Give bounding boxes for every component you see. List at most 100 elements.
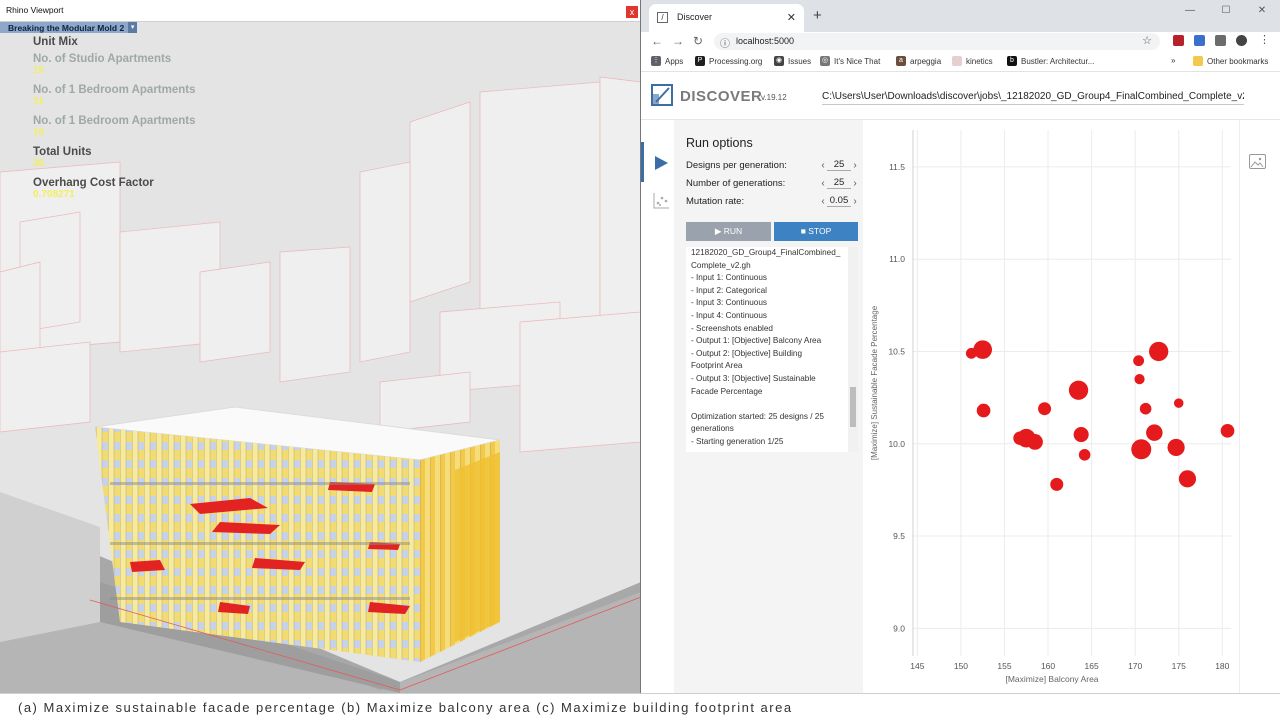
data-point[interactable] [1173, 398, 1184, 408]
mutation-rate-stepper[interactable]: ‹ 0.05 › [819, 195, 859, 207]
data-point[interactable] [1133, 355, 1145, 367]
y-tick-label: 11.5 [889, 162, 905, 172]
data-point[interactable] [1131, 439, 1152, 460]
data-point[interactable] [1134, 374, 1145, 385]
viewport-dropdown[interactable]: Breaking the Modular Mold 2 ▾ [0, 22, 138, 33]
chevron-left-icon[interactable]: ‹ [819, 160, 827, 171]
data-point[interactable] [976, 403, 991, 418]
number-of-generations-value[interactable]: 25 [827, 177, 851, 189]
data-point[interactable] [1167, 438, 1185, 457]
other-bookmarks[interactable]: Other bookmarks [1193, 56, 1268, 66]
scatter-chart[interactable]: 145 150 155 160 165 170 175 180 9.0 9.5 10.0 10.5 11… [863, 120, 1239, 693]
bookmark-item[interactable]: P Processing.org [695, 56, 762, 66]
window-close-button[interactable]: ✕ [1244, 0, 1280, 24]
bookmark-label: arpeggia [910, 56, 942, 66]
data-point[interactable] [1073, 426, 1089, 443]
image-icon[interactable] [1249, 154, 1266, 169]
run-button[interactable]: ▶ RUN [686, 222, 771, 241]
chevron-right-icon[interactable]: › [851, 178, 859, 189]
data-point[interactable] [1078, 449, 1091, 461]
rhino-window: Rhino Viewport x Breaking the Modular Mo… [0, 0, 641, 693]
number-of-generations-label: Number of generations: [686, 178, 786, 189]
chevron-right-icon[interactable]: › [851, 196, 859, 207]
x-tick-label: 160 [1041, 661, 1055, 671]
mutation-rate-row: Mutation rate: ‹ 0.05 › [686, 195, 858, 209]
back-button[interactable]: ← [651, 34, 663, 48]
data-point[interactable] [1178, 470, 1197, 488]
bookmark-star-icon[interactable]: ☆ [1142, 34, 1152, 47]
bookmark-item[interactable]: b Bustler: Architectur... [1007, 56, 1094, 66]
bookmark-item[interactable]: ◉ Issues [774, 56, 811, 66]
y-tick-label: 10.5 [888, 346, 905, 356]
caption-text: (a) Maximize sustainable facade percenta… [18, 700, 793, 715]
console-line: Facade Percentage [691, 386, 763, 396]
y-tick-label: 9.0 [893, 623, 905, 633]
data-point[interactable] [1220, 423, 1235, 438]
tab-strip: / Discover ✕ + — ☐ ✕ [641, 0, 1280, 32]
rhino-close-button[interactable]: x [626, 6, 638, 18]
data-point[interactable] [1139, 402, 1152, 415]
url-text[interactable]: localhost:5000 [736, 36, 794, 46]
data-point[interactable] [1050, 477, 1064, 491]
screen: Rhino Viewport x Breaking the Modular Mo… [0, 0, 1280, 720]
data-point[interactable] [973, 340, 992, 359]
data-point[interactable] [1027, 434, 1043, 450]
bookmark-item[interactable]: a arpeggia [896, 56, 941, 66]
console-log[interactable]: 12182020_GD_Group4_FinalCombined_ Complet… [686, 247, 858, 452]
console-line: Footprint Area [691, 361, 743, 371]
data-point[interactable] [1149, 341, 1169, 362]
mutation-rate-value[interactable]: 0.05 [827, 195, 851, 207]
scatter-plot-icon[interactable] [653, 192, 670, 209]
bookmarks-overflow-button[interactable]: » [1171, 56, 1175, 65]
designs-per-generation-label: Designs per generation: [686, 160, 787, 171]
y-tick-label: 9.5 [893, 531, 905, 541]
address-toolbar: ← → ↻ ⓘ localhost:5000 ☆ [641, 32, 1280, 52]
extension-shield-icon[interactable] [1173, 35, 1184, 46]
number-of-generations-row: Number of generations: ‹ 25 › [686, 177, 858, 191]
console-lines: 12182020_GD_Group4_FinalCombined_ Complet… [691, 247, 843, 449]
console-scrollbar[interactable] [848, 247, 858, 452]
play-icon[interactable] [655, 156, 668, 170]
bookmark-item[interactable]: kinetics [952, 56, 993, 66]
stop-button[interactable]: ■ STOP [774, 222, 858, 241]
unit-mix-item: No. of 1 Bedroom Apartments 11 [33, 84, 196, 107]
console-line: - Input 4: Continuous [691, 310, 768, 320]
extensions-puzzle-icon[interactable] [1215, 35, 1226, 46]
new-tab-button[interactable]: + [813, 7, 822, 24]
browser-menu-icon[interactable]: ⋮ [1259, 35, 1270, 46]
number-of-generations-stepper[interactable]: ‹ 25 › [819, 177, 859, 189]
chevron-left-icon[interactable]: ‹ [819, 178, 827, 189]
mutation-rate-label: Mutation rate: [686, 196, 745, 207]
designs-per-generation-value[interactable]: 25 [827, 159, 851, 171]
unit-mix-label: No. of 1 Bedroom Apartments [33, 115, 196, 127]
site-info-icon[interactable]: ⓘ [720, 35, 730, 50]
job-path-field[interactable]: C:\Users\User\Downloads\discover\jobs\_1… [822, 91, 1244, 105]
reload-button[interactable]: ↻ [693, 34, 703, 48]
console-line: - Input 1: Continuous [691, 273, 768, 283]
bookmark-item[interactable]: ⋮ Apps [651, 56, 683, 66]
designs-per-generation-stepper[interactable]: ‹ 25 › [819, 159, 859, 171]
bookmark-item[interactable]: ◎ It's Nice That [820, 56, 880, 66]
chevron-left-icon[interactable]: ‹ [819, 196, 827, 207]
unit-mix-label: No. of Studio Apartments [33, 53, 172, 65]
bookmarks-bar: ⋮ Apps P Processing.org ◉ Issues ◎ It's Nice Th… [641, 52, 1280, 72]
folder-icon [1193, 56, 1203, 66]
extension-blue-icon[interactable] [1194, 35, 1205, 46]
address-bar[interactable]: ⓘ localhost:5000 ☆ [714, 33, 1160, 50]
chevron-right-icon[interactable]: › [851, 160, 859, 171]
profile-avatar[interactable] [1236, 35, 1247, 46]
forward-button[interactable]: → [672, 34, 684, 48]
unit-mix-value: 10 [33, 127, 45, 138]
x-tick-label: 175 [1172, 661, 1186, 671]
minimize-button[interactable]: — [1172, 0, 1208, 24]
data-point[interactable] [1038, 402, 1052, 416]
rail-active-indicator [641, 142, 644, 182]
chevron-down-icon[interactable]: ▾ [128, 22, 138, 33]
maximize-button[interactable]: ☐ [1208, 0, 1244, 24]
tab-close-icon[interactable]: ✕ [787, 11, 796, 24]
x-tick-label: 150 [954, 661, 968, 671]
data-point[interactable] [1146, 424, 1163, 441]
console-scroll-thumb[interactable] [850, 387, 856, 427]
data-point[interactable] [1068, 380, 1089, 400]
tab-discover[interactable]: / Discover ✕ [649, 4, 804, 32]
